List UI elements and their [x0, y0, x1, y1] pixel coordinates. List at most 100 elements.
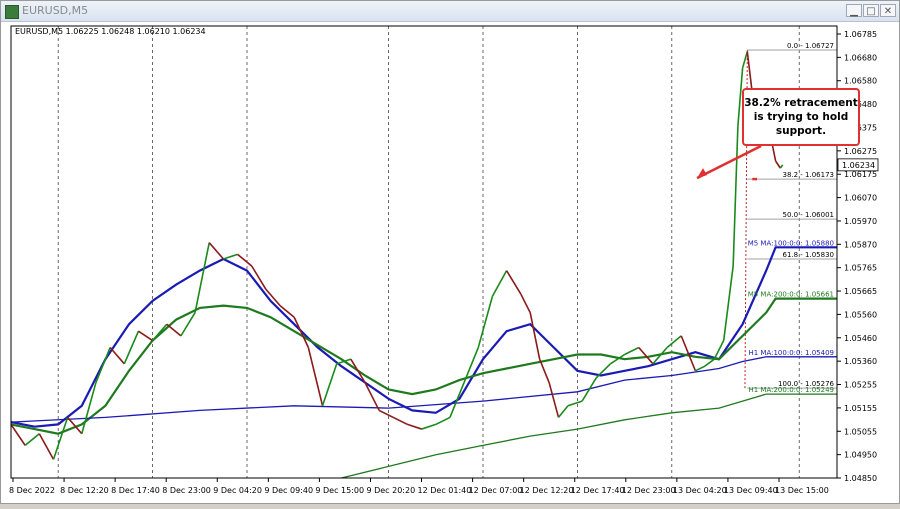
- price-segment-40: [548, 382, 560, 418]
- x-tick-label-2: 8 Dec 17:40: [111, 486, 160, 495]
- price-segment-64: [779, 164, 784, 169]
- price-segment-25: [350, 358, 366, 383]
- chart-app-icon: [5, 5, 19, 19]
- plot-frame: [10, 25, 838, 479]
- price-segment-8: [109, 347, 125, 365]
- price-segment-36: [505, 270, 522, 295]
- x-tick-label-12: 12 Dec 23:00: [622, 486, 676, 495]
- current-price-label: 1.06234: [842, 161, 875, 170]
- y-tick-label-12: 1.05560: [844, 310, 877, 319]
- chart-window: EURUSD,M5 ▁ □ ✕ 0.0 - 1.06727 38.2 - 1.06…: [0, 0, 900, 504]
- fib-level-label-3: 61.8 - 1.05830: [782, 251, 834, 259]
- chart-grid: [57, 26, 800, 478]
- y-tick-label-2: 1.06580: [844, 77, 877, 86]
- price-segment-52: [704, 358, 715, 367]
- price-segment-7: [95, 347, 111, 383]
- y-tick-label-11: 1.05665: [844, 287, 877, 296]
- x-tick-label-3: 8 Dec 23:00: [162, 486, 211, 495]
- price-segment-55: [732, 126, 739, 267]
- x-tick-label-10: 12 Dec 12:20: [520, 486, 574, 495]
- x-tick-label-11: 12 Dec 17:40: [571, 486, 625, 495]
- price-line: [10, 51, 784, 460]
- price-segment-28: [392, 416, 408, 426]
- y-tick-label-10: 1.05765: [844, 264, 877, 273]
- ma-series-label-1: M5 MA:200:0:0: 1.05661: [748, 291, 834, 299]
- price-segment-54: [722, 265, 734, 341]
- price-segment-14: [194, 242, 211, 313]
- x-tick-label-4: 9 Dec 04:20: [213, 486, 262, 495]
- ma-series-line-0: [10, 246, 837, 428]
- annotation-line-3: support.: [775, 125, 827, 137]
- x-tick-label-6: 9 Dec 15:00: [315, 486, 364, 495]
- fib-level-label-0: 0.0 - 1.06727: [787, 42, 834, 50]
- annotation-callout: 38.2% retracement is trying to hold supp…: [742, 88, 860, 146]
- y-tick-label-19: 1.04850: [844, 474, 877, 483]
- price-segment-2: [24, 433, 40, 446]
- price-segment-51: [695, 365, 706, 372]
- annotation-arrow: [696, 144, 762, 180]
- annotation-line-2: is trying to hold: [753, 111, 849, 123]
- x-tick-label-13: 13 Dec 04:20: [673, 486, 727, 495]
- price-segment-15: [208, 242, 225, 260]
- ma-series-label-0: M5 MA:100:0:0: 1.05880: [748, 239, 834, 247]
- price-segment-37: [520, 293, 531, 313]
- price-segment-3: [38, 433, 55, 460]
- price-segment-58: [746, 51, 753, 92]
- price-segment-12: [166, 323, 182, 337]
- x-tick-label-8: 12 Dec 01:40: [418, 486, 472, 495]
- price-segment-23: [321, 363, 338, 407]
- price-segment-10: [138, 330, 154, 342]
- price-segment-27: [378, 409, 394, 419]
- price-segment-57: [741, 51, 749, 69]
- maximize-button[interactable]: □: [863, 4, 879, 17]
- ma-series-label-2: H1 MA:100:0:0: 1.05409: [748, 349, 834, 357]
- price-segment-30: [421, 423, 437, 430]
- x-tick-label-7: 9 Dec 20:20: [366, 486, 415, 495]
- y-tick-label-0: 1.06785: [844, 30, 877, 39]
- x-tick-label-9: 12 Dec 07:00: [469, 486, 523, 495]
- x-tick-label-1: 8 Dec 12:20: [60, 486, 109, 495]
- y-tick-label-13: 1.05460: [844, 334, 877, 343]
- price-segment-16: [223, 253, 238, 260]
- y-tick-label-18: 1.04950: [844, 451, 877, 460]
- price-segment-35: [491, 270, 508, 297]
- title-bar[interactable]: EURUSD,M5 ▁ □ ✕: [1, 1, 899, 22]
- symbol-info: EURUSD,M5 1.06225 1.06248 1.06210 1.0623…: [15, 27, 206, 36]
- ma-series-label-3: H1 MA:200:0:0: 1.05249: [748, 386, 834, 394]
- y-tick-label-14: 1.05360: [844, 357, 877, 366]
- x-tick-label-15: 13 Dec 15:00: [775, 486, 829, 495]
- x-tick-label-0: 8 Dec 2022: [9, 486, 55, 495]
- minimize-button[interactable]: ▁: [846, 4, 862, 17]
- price-segment-46: [624, 346, 640, 356]
- x-tick-label-5: 9 Dec 09:40: [264, 486, 313, 495]
- price-segment-42: [567, 400, 583, 407]
- annotation-arrowhead: [697, 168, 707, 179]
- price-segment-31: [435, 416, 451, 426]
- y-tick-label-15: 1.05255: [844, 381, 877, 390]
- price-segment-49: [666, 335, 682, 349]
- price-segment-38: [529, 312, 541, 360]
- close-button[interactable]: ✕: [880, 4, 896, 17]
- price-segment-41: [557, 405, 569, 418]
- price-segment-9: [123, 330, 140, 365]
- price-segment-32: [449, 382, 465, 418]
- y-tick-label-1: 1.06680: [844, 53, 877, 62]
- price-segment-29: [407, 423, 422, 430]
- price-segment-22: [307, 347, 324, 406]
- fib-level-label-1: 38.2 - 1.06173: [782, 171, 834, 179]
- fib-level-label-2: 50.0 - 1.06001: [782, 211, 834, 219]
- price-segment-34: [477, 296, 494, 348]
- y-tick-label-6: 1.06175: [844, 170, 877, 179]
- y-tick-label-9: 1.05870: [844, 240, 877, 249]
- y-tick-label-7: 1.06070: [844, 194, 877, 203]
- y-tick-label-17: 1.05055: [844, 427, 877, 436]
- price-segment-63: [774, 160, 782, 169]
- price-segment-39: [538, 358, 550, 383]
- price-segment-11: [151, 323, 168, 342]
- window-title: EURUSD,M5: [22, 4, 89, 17]
- y-tick-label-8: 1.05970: [844, 217, 877, 226]
- y-tick-label-5: 1.06275: [844, 147, 877, 156]
- annotation-line-1: 38.2% retracement: [744, 97, 858, 109]
- y-tick-label-16: 1.05155: [844, 404, 877, 413]
- x-tick-label-14: 13 Dec 09:40: [724, 486, 778, 495]
